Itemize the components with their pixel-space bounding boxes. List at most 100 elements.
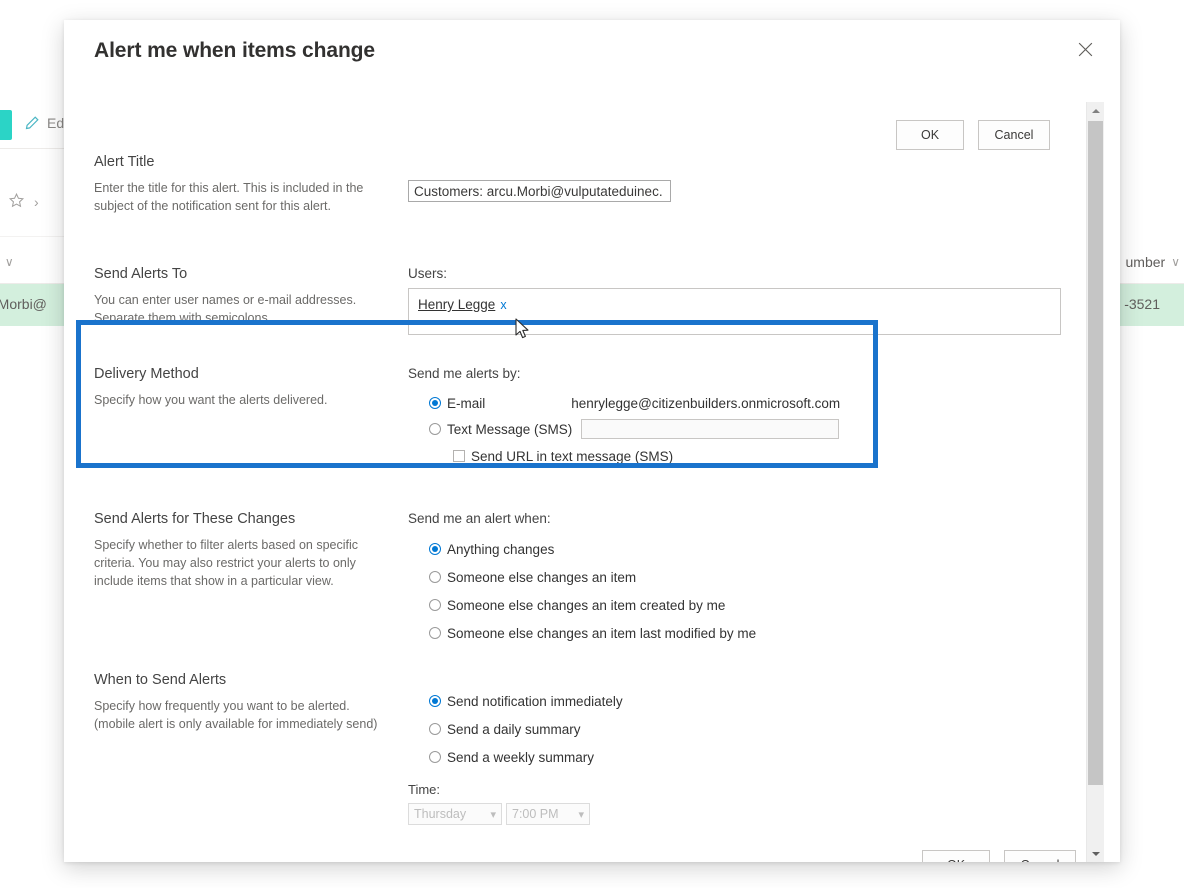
person-name[interactable]: Henry Legge: [418, 297, 495, 312]
when-option-label-2: Send a weekly summary: [447, 749, 595, 765]
delivery-email-address: henrylegge@citizenbuilders.onmicrosoft.c…: [571, 395, 841, 411]
breadcrumb[interactable]: s ›: [0, 192, 39, 212]
alert-settings-dialog: Alert me when items change OK Cancel Ale…: [64, 20, 1120, 862]
section-when-description: Specify how frequently you want to be al…: [94, 699, 378, 732]
star-icon[interactable]: [8, 192, 25, 212]
delivery-option-email-label: E-mail: [447, 395, 486, 411]
close-icon: [1077, 41, 1094, 58]
radio-someone-else-modified-by-me[interactable]: [429, 627, 441, 639]
radio-someone-else-changes[interactable]: [429, 571, 441, 583]
background-edit-button[interactable]: Edi: [24, 115, 67, 131]
changes-option-label-1: Someone else changes an item: [447, 569, 637, 585]
radio-someone-else-created-by-me[interactable]: [429, 599, 441, 611]
radio-email[interactable]: [429, 397, 441, 409]
changes-option-row-3[interactable]: Someone else changes an item last modifi…: [429, 622, 1084, 644]
changes-option-row-2[interactable]: Someone else changes an item created by …: [429, 594, 1084, 616]
radio-send-immediately[interactable]: [429, 695, 441, 707]
section-delivery-method-fields: Send me alerts by: E-mail henrylegge@cit…: [408, 366, 1084, 468]
dialog-scroll-region: OK Cancel Alert Title Enter the title fo…: [64, 102, 1120, 862]
ok-button-top[interactable]: OK: [896, 120, 964, 150]
breadcrumb-chevron-icon[interactable]: ›: [34, 194, 39, 210]
section-send-alerts-for-changes: Send Alerts for These Changes Specify wh…: [94, 511, 1084, 651]
time-label: Time:: [408, 782, 441, 797]
background-column-header-right-label: umber: [1125, 254, 1166, 270]
section-send-alerts-to: Send Alerts To You can enter user names …: [94, 266, 1084, 376]
person-chip[interactable]: Henry Legge x: [418, 297, 507, 312]
background-column-header-left[interactable]: le ∨: [0, 254, 14, 270]
pencil-icon: [24, 115, 40, 131]
day-select-value: Thursday: [414, 807, 467, 821]
time-select[interactable]: 7:00 PM ▾: [506, 803, 590, 825]
changes-option-row-0[interactable]: Anything changes: [429, 538, 1084, 560]
section-delivery-method-description: Specify how you want the alerts delivere…: [94, 393, 328, 408]
section-alert-title-heading: Alert Title: [94, 154, 155, 170]
delivery-option-sms-row[interactable]: Text Message (SMS): [429, 418, 1084, 440]
dialog-scrollbar[interactable]: [1086, 102, 1104, 862]
section-when-labels: When to Send Alerts Specify how frequent…: [94, 672, 394, 734]
background-row-cell-right: -3521: [1124, 296, 1160, 312]
chevron-down-icon: ▾: [490, 808, 496, 821]
time-select-value: 7:00 PM: [512, 807, 559, 821]
delivery-option-email-row[interactable]: E-mail henrylegge@citizenbuilders.onmicr…: [429, 392, 1084, 414]
time-selectors: Thursday ▾ 7:00 PM ▾: [408, 803, 1084, 825]
dialog-title: Alert me when items change: [94, 39, 375, 62]
dialog-content: OK Cancel Alert Title Enter the title fo…: [64, 102, 1086, 862]
section-when-heading: When to Send Alerts: [94, 672, 227, 688]
radio-weekly-summary[interactable]: [429, 751, 441, 763]
delivery-option-send-url-row[interactable]: Send URL in text message (SMS): [453, 445, 1084, 467]
alert-title-input[interactable]: [408, 180, 671, 202]
when-option-row-1[interactable]: Send a daily summary: [429, 718, 1084, 740]
section-delivery-method-heading: Delivery Method: [94, 366, 199, 382]
when-option-row-2[interactable]: Send a weekly summary: [429, 746, 1084, 768]
cancel-button-bottom[interactable]: Cancel: [1004, 850, 1076, 862]
delivery-method-field-label: Send me alerts by:: [408, 366, 521, 381]
radio-sms[interactable]: [429, 423, 441, 435]
section-alert-title-labels: Alert Title Enter the title for this ale…: [94, 154, 394, 216]
when-option-label-1: Send a daily summary: [447, 721, 581, 737]
checkbox-send-url[interactable]: [453, 450, 465, 462]
cancel-button-top[interactable]: Cancel: [978, 120, 1050, 150]
scrollbar-thumb[interactable]: [1088, 121, 1103, 785]
remove-person-icon[interactable]: x: [500, 298, 506, 312]
background-right-panel: [1118, 148, 1184, 248]
day-select[interactable]: Thursday ▾: [408, 803, 502, 825]
scroll-up-arrow-icon[interactable]: [1087, 102, 1104, 119]
section-changes-description: Specify whether to filter alerts based o…: [94, 538, 359, 588]
chevron-down-icon[interactable]: ∨: [5, 255, 14, 269]
users-people-picker[interactable]: Henry Legge x: [408, 288, 1061, 335]
radio-anything-changes[interactable]: [429, 543, 441, 555]
section-send-alerts-to-fields: Users: Henry Legge x: [408, 266, 1084, 335]
radio-daily-summary[interactable]: [429, 723, 441, 735]
dialog-bottom-actions: OK Cancel: [922, 850, 1076, 862]
changes-option-row-1[interactable]: Someone else changes an item: [429, 566, 1084, 588]
ok-button-bottom[interactable]: OK: [922, 850, 990, 862]
dialog-top-actions: OK Cancel: [896, 120, 1050, 150]
section-delivery-method: Delivery Method Specify how you want the…: [94, 366, 1084, 486]
section-alert-title: Alert Title Enter the title for this ale…: [94, 154, 1084, 234]
chevron-down-icon[interactable]: ∨: [1171, 255, 1180, 269]
when-option-row-0[interactable]: Send notification immediately: [429, 690, 1084, 712]
section-send-alerts-to-description: You can enter user names or e-mail addre…: [94, 293, 357, 326]
changes-option-label-3: Someone else changes an item last modifi…: [447, 625, 757, 641]
section-alert-title-fields: [408, 154, 1084, 202]
when-option-label-0: Send notification immediately: [447, 693, 623, 709]
section-when-fields: Send notification immediately Send a dai…: [408, 672, 1084, 825]
users-field-label: Users:: [408, 266, 448, 281]
delivery-option-sms-label: Text Message (SMS): [447, 421, 573, 437]
sms-number-input[interactable]: [581, 419, 840, 439]
background-teal-button[interactable]: [0, 110, 12, 140]
background-column-header-right[interactable]: umber ∨: [1126, 254, 1180, 270]
section-delivery-method-labels: Delivery Method Specify how you want the…: [94, 366, 394, 410]
delivery-option-send-url-label: Send URL in text message (SMS): [471, 448, 674, 464]
section-changes-fields: Send me an alert when: Anything changes …: [408, 511, 1084, 645]
background-row-cell-left: u.Morbi@: [0, 296, 47, 312]
section-send-alerts-to-heading: Send Alerts To: [94, 266, 188, 282]
chevron-down-icon: ▾: [578, 808, 584, 821]
scroll-down-arrow-icon[interactable]: [1087, 845, 1104, 862]
section-send-alerts-to-labels: Send Alerts To You can enter user names …: [94, 266, 394, 328]
changes-option-label-0: Anything changes: [447, 541, 555, 557]
changes-field-label: Send me an alert when:: [408, 511, 551, 526]
section-when-to-send: When to Send Alerts Specify how frequent…: [94, 672, 1084, 832]
close-button[interactable]: [1064, 29, 1106, 69]
changes-option-label-2: Someone else changes an item created by …: [447, 597, 726, 613]
